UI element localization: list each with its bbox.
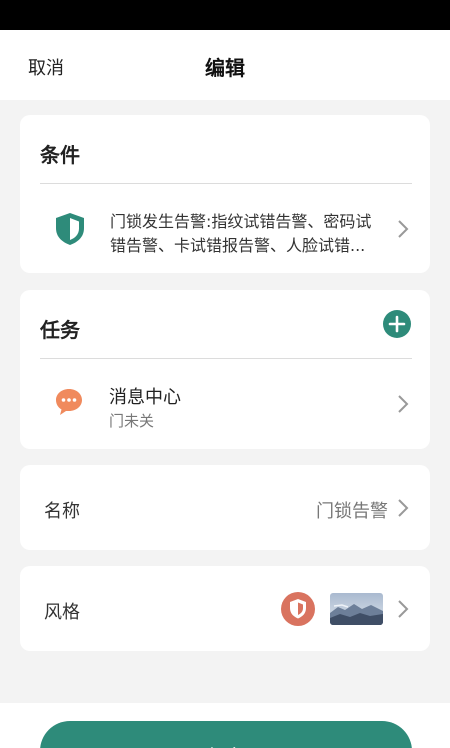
save-button[interactable]: 保存 — [40, 721, 412, 748]
style-label: 风格 — [44, 602, 80, 623]
status-bar — [0, 0, 450, 30]
save-label: 保存 — [40, 741, 412, 748]
landscape-thumbnail — [330, 593, 383, 625]
task-item-subtitle: 门未关 — [109, 412, 155, 430]
condition-text-line2: 错告警、卡试错报告警、人脸试错... — [110, 236, 366, 255]
chevron-right-icon — [398, 220, 409, 238]
top-bar: 取消 编辑 — [0, 30, 450, 100]
message-bubble-icon — [56, 389, 82, 415]
chevron-right-icon — [398, 395, 409, 413]
name-row[interactable]: 名称 门锁告警 — [20, 465, 430, 550]
task-card: 任务 消息中心 门未关 — [20, 290, 430, 449]
condition-title: 条件 — [40, 143, 80, 167]
shield-icon — [56, 213, 84, 245]
chevron-right-icon — [398, 499, 409, 517]
task-title: 任务 — [40, 318, 80, 342]
condition-text-line1: 门锁发生告警:指纹试错告警、密码试 — [110, 212, 372, 231]
style-row[interactable]: 风格 — [20, 566, 430, 651]
name-label: 名称 — [44, 501, 80, 522]
condition-row[interactable]: 门锁发生告警:指纹试错告警、密码试 错告警、卡试错报告警、人脸试错... — [20, 184, 430, 273]
chevron-right-icon — [398, 600, 409, 618]
page-title: 编辑 — [205, 56, 245, 80]
shield-badge-icon — [281, 592, 315, 626]
name-value: 门锁告警 — [316, 501, 388, 522]
task-item-title: 消息中心 — [109, 387, 181, 408]
task-item-row[interactable]: 消息中心 门未关 — [20, 359, 430, 449]
plus-circle-icon[interactable] — [383, 310, 411, 338]
condition-card: 条件 门锁发生告警:指纹试错告警、密码试 错告警、卡试错报告警、人脸试错... — [20, 115, 430, 273]
